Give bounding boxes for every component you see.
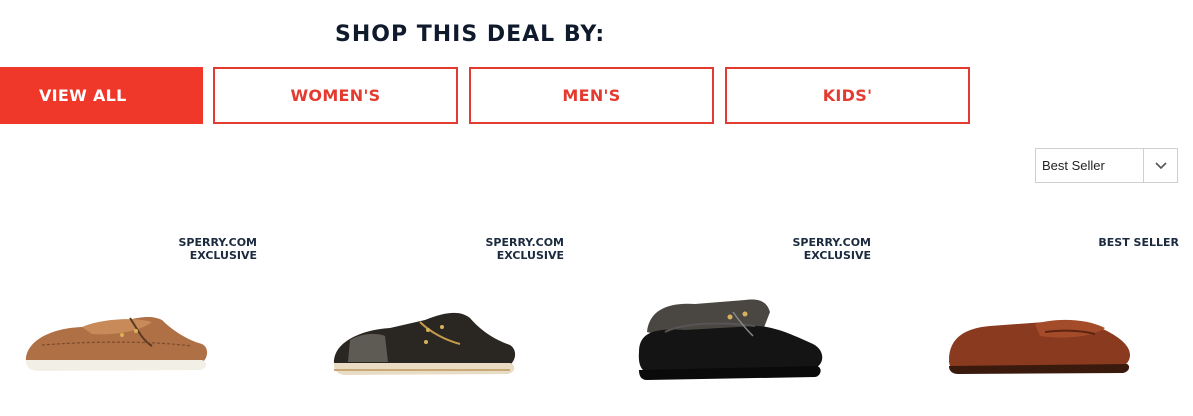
filter-mens-button[interactable]: MEN'S xyxy=(469,67,714,124)
badge-line-2: EXCLUSIVE xyxy=(803,249,871,262)
sort-selected-label: Best Seller xyxy=(1042,158,1105,173)
page-heading: SHOP THIS DEAL BY: xyxy=(335,22,606,47)
badge-line-1: SPERRY.COM xyxy=(485,236,564,249)
badge-line-2: EXCLUSIVE xyxy=(496,249,564,262)
filter-view-all-button[interactable]: VIEW ALL xyxy=(0,67,203,124)
product-badge: SPERRY.COM EXCLUSIVE xyxy=(150,236,257,262)
product-image-black-boat-shoe[interactable] xyxy=(330,300,520,380)
badge-line-2: EXCLUSIVE xyxy=(189,249,257,262)
product-badge: SPERRY.COM EXCLUSIVE xyxy=(764,236,871,262)
badge-line-1: SPERRY.COM xyxy=(792,236,871,249)
filter-kids-button[interactable]: KIDS' xyxy=(725,67,970,124)
product-image-brown-loafer[interactable] xyxy=(945,308,1135,378)
product-image-black-duck-boot[interactable] xyxy=(635,292,830,384)
product-image-tan-boat-shoe[interactable] xyxy=(22,300,212,375)
chevron-down-icon[interactable] xyxy=(1143,149,1177,182)
sort-select[interactable]: Best Seller xyxy=(1035,148,1178,183)
filter-womens-button[interactable]: WOMEN'S xyxy=(213,67,458,124)
product-badge: SPERRY.COM EXCLUSIVE xyxy=(457,236,564,262)
product-badge: BEST SELLER xyxy=(1072,236,1179,249)
badge-line-1: BEST SELLER xyxy=(1098,236,1179,249)
badge-line-1: SPERRY.COM xyxy=(178,236,257,249)
